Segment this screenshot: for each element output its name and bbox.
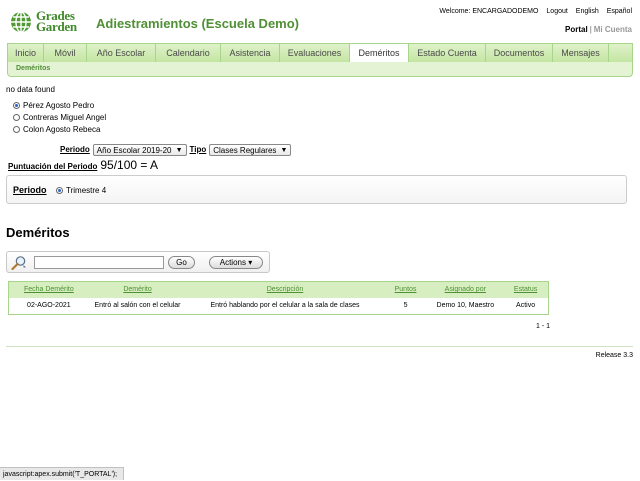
periodo-box-label: Periodo xyxy=(13,185,47,195)
tab-estado-cuenta[interactable]: Estado Cuenta xyxy=(409,44,486,63)
no-data-message: no data found xyxy=(6,85,55,94)
tab-calendario[interactable]: Calendario xyxy=(156,44,221,63)
mi-cuenta-link[interactable]: Mi Cuenta xyxy=(594,25,632,34)
demeritos-table: Fecha Demérito Demérito Descripción Punt… xyxy=(8,281,549,315)
welcome-text: Welcome: ENCARGADODEMO xyxy=(439,8,539,15)
cell-puntos: 5 xyxy=(403,302,408,309)
search-bar: Go Actions ▾ xyxy=(6,251,270,273)
student-name: Contreras Miguel Angel xyxy=(23,112,107,122)
section-title: Deméritos xyxy=(6,225,70,240)
search-input[interactable] xyxy=(34,256,164,269)
score-label: Puntuación del Periodo xyxy=(8,162,98,171)
filters-row: Periodo Año Escolar 2019-20 ▼ Tipo Clase… xyxy=(60,143,294,156)
tab-ano-escolar[interactable]: Año Escolar xyxy=(87,44,156,63)
student-option[interactable]: Contreras Miguel Angel xyxy=(13,111,106,123)
top-links: Welcome: ENCARGADODEMO Logout English Es… xyxy=(433,8,632,15)
column-header-estatus[interactable]: Estatus xyxy=(503,282,548,298)
column-header-fecha[interactable]: Fecha Demérito xyxy=(9,282,89,298)
logout-link[interactable]: Logout xyxy=(546,8,567,15)
chevron-down-icon: ▼ xyxy=(280,146,288,154)
sub-tab-bar: Deméritos xyxy=(7,62,633,77)
periodo-selector-box: Periodo Trimestre 4 xyxy=(6,175,627,204)
radio-unselected-icon[interactable] xyxy=(13,125,20,133)
chevron-down-icon: ▼ xyxy=(175,146,183,154)
portal-links: Portal | Mi Cuenta xyxy=(565,25,632,34)
browser-status-bar: javascript:apex.submit('T_PORTAL'); xyxy=(0,467,124,480)
actions-label: Actions xyxy=(219,258,246,267)
periodo-select-value: Año Escolar 2019-20 xyxy=(96,145,172,155)
subtab-demeritos[interactable]: Deméritos xyxy=(16,65,50,72)
release-version: Release 3.3 xyxy=(595,352,633,359)
column-header-puntos[interactable]: Puntos xyxy=(384,282,428,298)
search-icon[interactable] xyxy=(11,255,27,270)
portal-link[interactable]: Portal xyxy=(565,25,588,34)
tipo-filter-label: Tipo xyxy=(189,145,207,154)
student-name: Colon Agosto Rebeca xyxy=(23,124,101,134)
radio-selected-icon[interactable] xyxy=(13,101,20,109)
column-header-demerito[interactable]: Demérito xyxy=(89,282,187,298)
cell-demerito: Entró al salón con el celular xyxy=(94,302,181,309)
column-header-asignado[interactable]: Asignado por xyxy=(427,282,503,298)
student-option[interactable]: Pérez Agosto Pedro xyxy=(13,99,106,111)
radio-unselected-icon[interactable] xyxy=(13,113,20,121)
column-header-descripcion[interactable]: Descripción xyxy=(186,282,383,298)
tab-demeritos[interactable]: Deméritos xyxy=(350,44,409,64)
grades-garden-logo[interactable]: Grades Garden xyxy=(10,9,94,36)
tab-asistencia[interactable]: Asistencia xyxy=(221,44,280,63)
tab-documentos[interactable]: Documentos xyxy=(486,44,553,63)
espanol-link[interactable]: Español xyxy=(607,8,632,15)
main-tab-bar: Inicio Móvil Año Escolar Calendario Asis… xyxy=(7,43,633,64)
score-row: Puntuación del Periodo 95/100 = A xyxy=(8,158,158,172)
score-value: 95/100 = A xyxy=(100,158,159,172)
table-row: 02-AGO-2021 Entró al salón con el celula… xyxy=(9,298,548,314)
tab-evaluaciones[interactable]: Evaluaciones xyxy=(280,44,350,63)
student-name: Pérez Agosto Pedro xyxy=(23,100,95,110)
tab-mensajes[interactable]: Mensajes xyxy=(553,44,609,63)
tipo-select[interactable]: Clases Regulares ▼ xyxy=(209,143,292,156)
periodo-filter-label: Periodo xyxy=(60,145,90,154)
tab-movil[interactable]: Móvil xyxy=(44,44,87,63)
pagination-info: 1 - 1 xyxy=(536,323,551,330)
go-button[interactable]: Go xyxy=(168,256,195,269)
cell-descripcion: Entró hablando por el celular a la sala … xyxy=(210,302,360,309)
chevron-down-icon: ▾ xyxy=(248,258,253,267)
tab-inicio[interactable]: Inicio xyxy=(8,44,44,63)
cell-asignado: Demo 10, Maestro xyxy=(436,302,495,309)
actions-button[interactable]: Actions ▾ xyxy=(209,256,263,269)
table-header: Fecha Demérito Demérito Descripción Punt… xyxy=(9,282,548,298)
header: Grades Garden Adiestramientos (Escuela D… xyxy=(0,0,640,44)
cell-estatus: Activo xyxy=(516,302,536,309)
tipo-select-value: Clases Regulares xyxy=(213,145,277,155)
app-title: Adiestramientos (Escuela Demo) xyxy=(96,16,300,31)
radio-selected-icon[interactable] xyxy=(56,187,63,194)
trimestre-label: Trimestre 4 xyxy=(66,186,107,195)
periodo-select[interactable]: Año Escolar 2019-20 ▼ xyxy=(92,143,187,156)
cell-fecha: 02-AGO-2021 xyxy=(27,302,71,309)
brand-line2: Garden xyxy=(36,19,77,34)
english-link[interactable]: English xyxy=(576,8,599,15)
divider xyxy=(6,346,633,347)
globe-logo-icon xyxy=(11,11,31,33)
separator: | xyxy=(589,25,592,34)
student-option[interactable]: Colon Agosto Rebeca xyxy=(13,123,106,135)
student-radio-list: Pérez Agosto Pedro Contreras Miguel Ange… xyxy=(13,99,106,135)
trimestre-option[interactable]: Trimestre 4 xyxy=(56,186,106,195)
